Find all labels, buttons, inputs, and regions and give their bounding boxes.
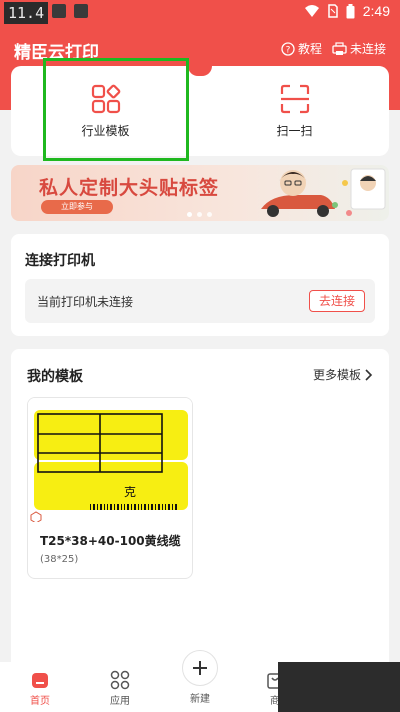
more-templates-label: 更多模板 — [312, 368, 361, 382]
chevron-right-icon — [365, 368, 373, 381]
wifi-icon — [304, 5, 319, 17]
cube-icon — [30, 511, 42, 522]
printer-card: 连接打印机 当前打印机未连接 去连接 — [11, 234, 389, 336]
printer-status-text: 当前打印机未连接 — [37, 295, 134, 309]
status-bar: 11.4 2:49 — [0, 0, 400, 26]
plus-icon — [193, 661, 207, 675]
overlay-region — [278, 662, 400, 712]
svg-text:?: ? — [286, 45, 291, 55]
status-left-time: 11.4 — [4, 2, 49, 24]
template-name: T25*38+40-100黄线缆 — [40, 534, 181, 548]
connect-button[interactable]: 去连接 — [309, 290, 365, 312]
status-clock: 2:49 — [362, 3, 390, 19]
home-icon — [32, 673, 48, 688]
my-templates-card: 我的模板 更多模板 克 T25*38+40-100黄线缆 (38*25) — [11, 349, 389, 669]
printer-icon — [332, 41, 347, 55]
new-button[interactable] — [182, 650, 218, 686]
nav-apps-label: 应用 — [110, 696, 130, 707]
highlight-box — [43, 58, 189, 161]
pagination-dot[interactable] — [197, 212, 202, 217]
tutorial-button[interactable]: ? 教程 — [281, 40, 322, 57]
apps-icon — [110, 670, 130, 690]
notification-icon — [74, 4, 88, 18]
nav-apps[interactable]: 应用 — [95, 670, 145, 707]
tutorial-label: 教程 — [297, 42, 322, 56]
template-item[interactable]: 克 T25*38+40-100黄线缆 (38*25) — [27, 397, 193, 579]
template-size: (38*25) — [40, 554, 79, 565]
pagination-dot[interactable] — [207, 212, 212, 217]
printer-status-row: 当前打印机未连接 去连接 — [25, 279, 375, 323]
sim-icon — [328, 4, 338, 18]
nav-home[interactable]: 首页 — [15, 670, 65, 707]
my-templates-title: 我的模板 — [27, 369, 83, 385]
banner-title: 私人定制大头贴标签 — [39, 178, 220, 199]
nav-home-label: 首页 — [30, 696, 50, 707]
help-icon: ? — [281, 41, 295, 56]
printer-card-title: 连接打印机 — [25, 253, 95, 269]
not-connected-label: 未连接 — [349, 42, 386, 56]
template-thumbnail: 克 — [28, 398, 192, 522]
scan-icon — [280, 84, 309, 113]
notification-icon — [52, 4, 66, 18]
battery-icon — [346, 3, 355, 18]
label-char: 克 — [124, 485, 136, 499]
status-right: 2:49 — [304, 3, 390, 19]
more-templates-link[interactable]: 更多模板 — [313, 366, 373, 383]
banner-join-button[interactable]: 立即参与 — [41, 200, 113, 214]
pagination-dot[interactable] — [187, 212, 192, 217]
nav-new[interactable]: 新建 — [175, 690, 225, 705]
banner-illustration — [261, 168, 386, 217]
header-actions: ? 教程 未连接 — [281, 40, 386, 57]
scan-button[interactable]: 扫一扫 — [200, 66, 389, 156]
nav-new-label: 新建 — [190, 694, 210, 705]
printer-status-button[interactable]: 未连接 — [332, 40, 386, 57]
banner-pagination — [187, 212, 212, 217]
scan-label: 扫一扫 — [276, 123, 313, 138]
